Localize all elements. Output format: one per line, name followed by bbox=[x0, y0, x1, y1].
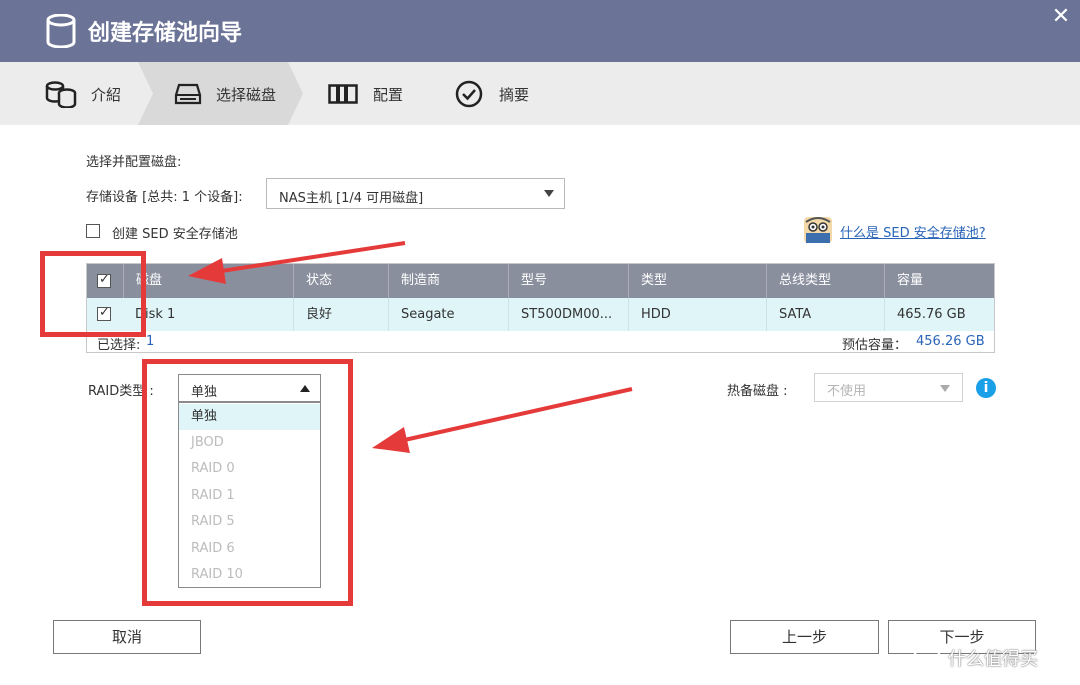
step-label: 选择磁盘 bbox=[216, 86, 277, 104]
watermark-text: 什么值得买 bbox=[948, 649, 1038, 670]
selected-count: 1 bbox=[146, 334, 155, 349]
title-bar: 创建存储池向导 ✕ bbox=[0, 0, 1080, 62]
table-row[interactable]: Disk 1 良好 Seagate ST500DM00... HDD SATA … bbox=[87, 298, 994, 331]
storage-device-select[interactable]: NAS主机 [1/4 可用磁盘] bbox=[266, 178, 565, 209]
step-label: 摘要 bbox=[499, 86, 530, 104]
sed-checkbox[interactable] bbox=[86, 224, 100, 238]
drive-icon bbox=[174, 83, 202, 105]
column-header-disk[interactable]: 磁盘 bbox=[123, 264, 293, 298]
raid-config-icon bbox=[328, 84, 358, 104]
cell-disk: Disk 1 bbox=[135, 307, 176, 322]
help-mascot-icon bbox=[804, 217, 832, 243]
cell-status: 良好 bbox=[293, 298, 388, 331]
column-header-type[interactable]: 类型 bbox=[628, 264, 766, 298]
annotation-box-raid bbox=[142, 359, 353, 606]
spare-disk-value: 不使用 bbox=[827, 384, 867, 399]
check-circle-icon bbox=[455, 80, 483, 108]
column-header-model[interactable]: 型号 bbox=[508, 264, 628, 298]
cell-type: HDD bbox=[628, 298, 766, 331]
info-icon[interactable]: i bbox=[976, 378, 996, 398]
annotation-arrow-raid bbox=[372, 387, 633, 453]
step-label: 介紹 bbox=[91, 86, 122, 104]
sed-help-link[interactable]: 什么是 SED 安全存储池? bbox=[840, 222, 986, 241]
column-header-bus-type[interactable]: 总线类型 bbox=[766, 264, 884, 298]
spare-disk-select[interactable]: 不使用 bbox=[814, 373, 963, 402]
database-icon bbox=[45, 81, 77, 108]
column-header-vendor[interactable]: 制造商 bbox=[388, 264, 508, 298]
cell-vendor: Seagate bbox=[388, 298, 508, 331]
cell-model: ST500DM00... bbox=[508, 298, 628, 331]
table-footer: 已选择: 1 预估容量： 456.26 GB bbox=[87, 331, 994, 353]
estimated-capacity-label: 预估容量： bbox=[842, 338, 908, 353]
watermark-logo-icon bbox=[913, 641, 941, 669]
section-title: 选择并配置磁盘: bbox=[86, 155, 182, 170]
close-icon[interactable]: ✕ bbox=[1050, 6, 1072, 28]
window-title: 创建存储池向导 bbox=[88, 21, 243, 46]
spare-disk-label: 热备磁盘 : bbox=[727, 384, 788, 399]
disk-table: 磁盘 状态 制造商 型号 类型 总线类型 容量 Disk 1 良好 Seagat… bbox=[86, 263, 995, 353]
storage-device-label: 存储设备 [总共: 1 个设备]: bbox=[86, 190, 243, 205]
cell-capacity: 465.76 GB bbox=[884, 298, 994, 331]
prev-button[interactable]: 上一步 bbox=[730, 620, 879, 654]
chevron-down-icon bbox=[544, 190, 554, 197]
column-header-status[interactable]: 状态 bbox=[293, 264, 388, 298]
storage-device-value: NAS主机 [1/4 可用磁盘] bbox=[279, 191, 424, 206]
table-header: 磁盘 状态 制造商 型号 类型 总线类型 容量 bbox=[87, 264, 994, 298]
step-label: 配置 bbox=[373, 86, 404, 104]
column-header-capacity[interactable]: 容量 bbox=[884, 264, 994, 298]
cancel-button[interactable]: 取消 bbox=[53, 620, 201, 654]
cell-bus-type: SATA bbox=[766, 298, 884, 331]
sed-checkbox-label: 创建 SED 安全存储池 bbox=[112, 227, 238, 242]
chevron-down-icon bbox=[940, 385, 950, 392]
database-icon bbox=[46, 14, 76, 48]
estimated-capacity-value: 456.26 GB bbox=[916, 334, 985, 349]
annotation-box-checkbox bbox=[40, 251, 146, 337]
wizard-steps: 介紹 选择磁盘 配置 摘要 bbox=[0, 62, 1080, 125]
